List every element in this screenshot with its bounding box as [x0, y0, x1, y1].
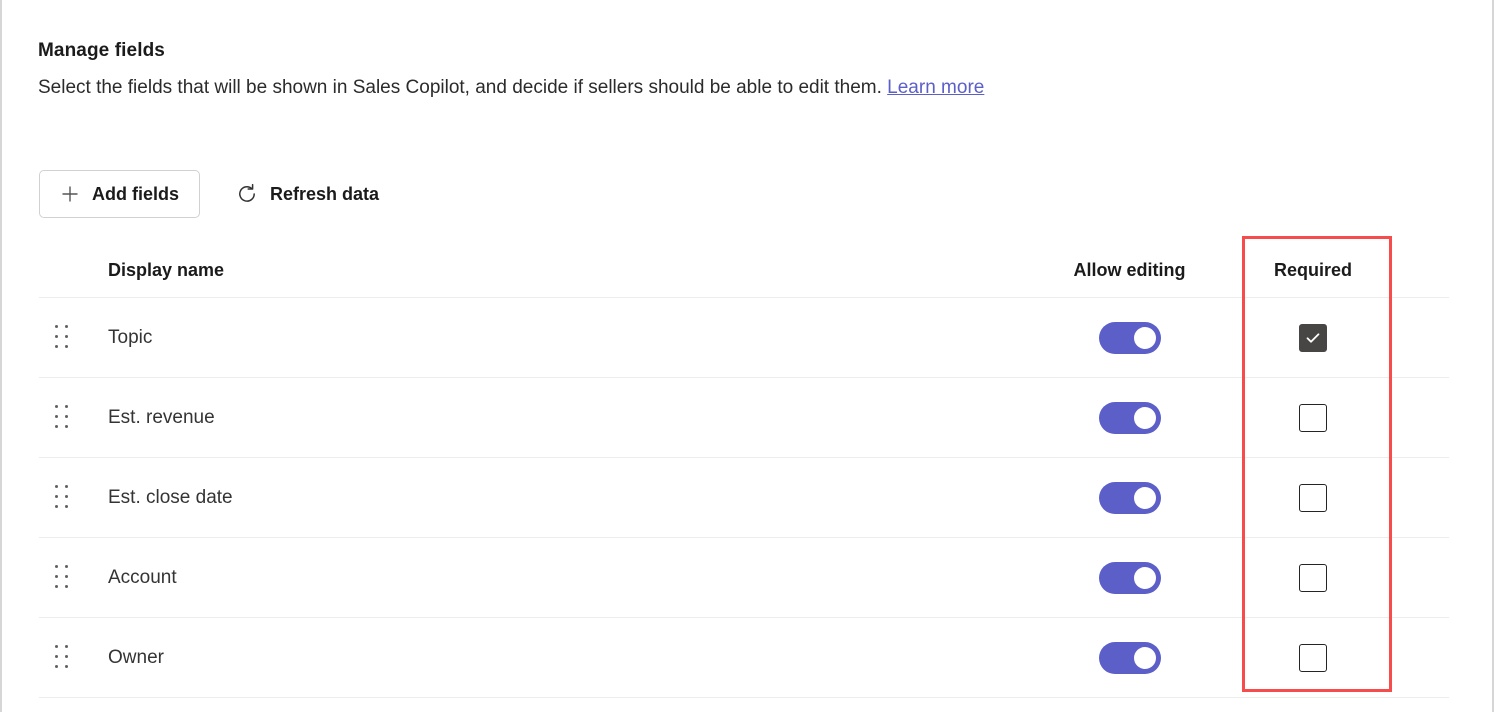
field-name-cell: Est. revenue [87, 407, 1022, 429]
page-description-text: Select the fields that will be shown in … [38, 77, 882, 98]
drag-handle-icon[interactable] [55, 645, 70, 670]
drag-handle-cell[interactable] [39, 325, 87, 350]
field-name-cell: Owner [87, 647, 1022, 669]
table-row: Est. revenue [39, 378, 1449, 458]
required-checkbox[interactable] [1299, 484, 1327, 512]
required-cell [1237, 564, 1389, 592]
header-required: Required [1237, 260, 1389, 281]
required-checkbox[interactable] [1299, 404, 1327, 432]
toggle-knob [1134, 487, 1156, 509]
required-checkbox[interactable] [1299, 644, 1327, 672]
allow-editing-toggle[interactable] [1099, 482, 1161, 514]
allow-editing-cell [1022, 402, 1237, 434]
toggle-knob [1134, 327, 1156, 349]
field-name-label: Est. close date [108, 487, 233, 508]
refresh-data-label: Refresh data [270, 184, 379, 205]
toolbar: Add fields Refresh data [39, 170, 393, 218]
drag-handle-cell[interactable] [39, 485, 87, 510]
field-name-cell: Topic [87, 327, 1022, 349]
table-header-row: Display name Allow editing Required [39, 244, 1449, 298]
required-checkbox[interactable] [1299, 564, 1327, 592]
field-name-cell: Account [87, 567, 1022, 589]
add-fields-button[interactable]: Add fields [39, 170, 200, 218]
toggle-knob [1134, 647, 1156, 669]
required-cell [1237, 404, 1389, 432]
drag-handle-cell[interactable] [39, 645, 87, 670]
toggle-knob [1134, 407, 1156, 429]
allow-editing-cell [1022, 642, 1237, 674]
add-fields-label: Add fields [92, 184, 179, 205]
required-cell [1237, 324, 1389, 352]
header-allow-editing: Allow editing [1022, 260, 1237, 281]
plus-icon [60, 184, 80, 204]
header-required-label: Required [1274, 260, 1352, 281]
table-row: Owner [39, 618, 1449, 698]
allow-editing-toggle[interactable] [1099, 402, 1161, 434]
table-row: Est. close date [39, 458, 1449, 538]
checkmark-icon [1304, 329, 1322, 347]
required-cell [1237, 484, 1389, 512]
header-allow-editing-label: Allow editing [1074, 260, 1186, 281]
allow-editing-toggle[interactable] [1099, 322, 1161, 354]
learn-more-link[interactable]: Learn more [887, 77, 984, 98]
page-description: Select the fields that will be shown in … [38, 76, 1456, 100]
required-checkbox[interactable] [1299, 324, 1327, 352]
allow-editing-cell [1022, 562, 1237, 594]
drag-handle-cell[interactable] [39, 565, 87, 590]
allow-editing-toggle[interactable] [1099, 562, 1161, 594]
drag-handle-icon[interactable] [55, 325, 70, 350]
field-name-label: Est. revenue [108, 407, 215, 428]
manage-fields-page: Manage fields Select the fields that wil… [0, 0, 1494, 712]
field-name-label: Account [108, 567, 177, 588]
allow-editing-toggle[interactable] [1099, 642, 1161, 674]
drag-handle-icon[interactable] [55, 485, 70, 510]
page-title: Manage fields [38, 40, 1456, 62]
drag-handle-icon[interactable] [55, 405, 70, 430]
refresh-icon [236, 183, 258, 205]
toggle-knob [1134, 567, 1156, 589]
allow-editing-cell [1022, 322, 1237, 354]
refresh-data-button[interactable]: Refresh data [222, 170, 393, 218]
field-name-cell: Est. close date [87, 487, 1022, 509]
header-display-name-label: Display name [108, 260, 224, 280]
required-cell [1237, 644, 1389, 672]
table-row: Account [39, 538, 1449, 618]
field-name-label: Owner [108, 647, 164, 668]
drag-handle-cell[interactable] [39, 405, 87, 430]
allow-editing-cell [1022, 482, 1237, 514]
drag-handle-icon[interactable] [55, 565, 70, 590]
table-row: Topic [39, 298, 1449, 378]
field-name-label: Topic [108, 327, 152, 348]
page-header: Manage fields Select the fields that wil… [38, 40, 1456, 100]
header-display-name: Display name [87, 260, 1022, 281]
fields-table: Display name Allow editing Required Topi… [39, 244, 1449, 698]
